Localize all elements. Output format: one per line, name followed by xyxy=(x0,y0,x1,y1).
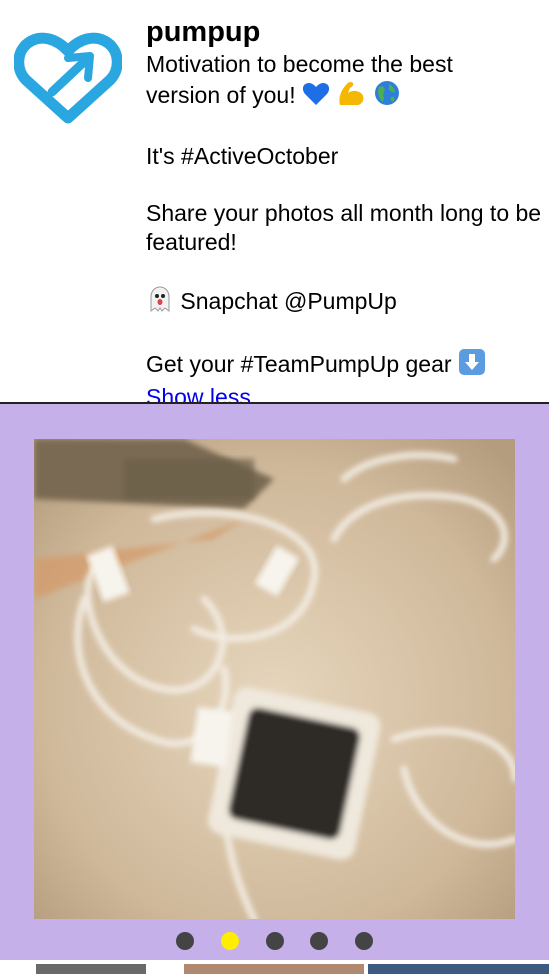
page-indicator[interactable] xyxy=(0,932,549,952)
bio-line: Get your #TeamPumpUp gear xyxy=(146,348,546,383)
bio-text: Get your #TeamPumpUp gear xyxy=(146,351,458,377)
profile-bio: Motivation to become the best version of… xyxy=(146,50,546,383)
bio-line: version of you! xyxy=(146,79,546,114)
bio-line: Motivation to become the best xyxy=(146,51,453,77)
page-dot-active[interactable] xyxy=(221,932,239,950)
flexed-biceps-icon xyxy=(336,79,366,114)
earphones-photo-image[interactable] xyxy=(34,439,515,919)
blue-heart-icon xyxy=(302,81,330,114)
bio-text: Snapchat @PumpUp xyxy=(180,288,397,314)
thumbnail-strip xyxy=(0,960,549,974)
profile-header: pumpup Motivation to become the best ver… xyxy=(0,0,549,410)
profile-name: pumpup xyxy=(146,16,261,48)
photo-gallery[interactable] xyxy=(0,404,549,960)
globe-icon xyxy=(373,79,401,114)
thumbnail-image[interactable] xyxy=(36,964,146,974)
page-dot[interactable] xyxy=(266,932,284,950)
pumpup-logo-icon[interactable] xyxy=(14,32,122,124)
ghost-icon xyxy=(146,285,174,320)
down-arrow-icon xyxy=(458,348,486,383)
profile-info: pumpup Motivation to become the best ver… xyxy=(146,14,546,412)
page-dot[interactable] xyxy=(355,932,373,950)
page-dot[interactable] xyxy=(310,932,328,950)
thumbnail-image[interactable] xyxy=(184,964,364,974)
page-dot[interactable] xyxy=(176,932,194,950)
bio-line: It's #ActiveOctober xyxy=(146,143,339,169)
thumbnail-image[interactable] xyxy=(368,964,549,974)
bio-line: Share your photos all month long to be f… xyxy=(146,200,542,255)
bio-line: Snapchat @PumpUp xyxy=(146,285,546,320)
bio-text: version of you! xyxy=(146,82,302,108)
